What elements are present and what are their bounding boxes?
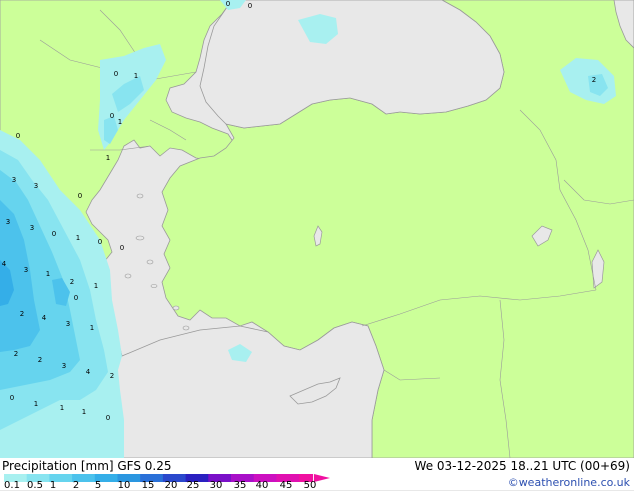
point-value: 0	[226, 0, 230, 8]
point-value: 1	[134, 72, 138, 80]
point-value: 1	[118, 118, 122, 126]
point-value: 0	[74, 294, 78, 302]
point-value: 3	[12, 176, 16, 184]
point-value: 2	[38, 356, 42, 364]
scale-tick-label: 30	[209, 480, 223, 491]
scale-tick-label: 15	[141, 480, 155, 491]
legend-footer: Precipitation [mm] GFS 0.25 We 03-12-202…	[0, 458, 634, 491]
scale-tick-label: 0.1	[4, 480, 20, 491]
point-value: 1	[46, 270, 50, 278]
scale-tick-label: 25	[186, 480, 200, 491]
point-value: 0	[98, 238, 102, 246]
point-value: 0	[114, 70, 118, 78]
precipitation-map: 0 00 1 20110330330 1 0043 12 102 43 12234 201 1 10	[0, 0, 634, 458]
credit-link[interactable]: ©weatheronline.co.uk	[508, 476, 630, 489]
point-value: 1	[106, 154, 110, 162]
scale-tick-label: 50	[303, 480, 317, 491]
point-value: 0	[78, 192, 82, 200]
scale-tick-label: 0.5	[27, 480, 43, 491]
scale-tick-label: 2	[72, 480, 80, 491]
point-value: 4	[2, 260, 7, 268]
point-value: 1	[94, 282, 98, 290]
point-value: 0	[16, 132, 20, 140]
scale-tick-label: 1	[49, 480, 57, 491]
point-value: 3	[24, 266, 28, 274]
point-value: 2	[110, 372, 114, 380]
valid-time: We 03-12-2025 18..21 UTC (00+69)	[414, 459, 630, 473]
point-value: 4	[42, 314, 47, 322]
scale-tick-label: 10	[117, 480, 131, 491]
scale-tick-label: 45	[279, 480, 293, 491]
point-value: 1	[34, 400, 38, 408]
point-value: 3	[62, 362, 66, 370]
point-value: 2	[14, 350, 18, 358]
point-value: 0	[106, 414, 110, 422]
scale-tick-label: 20	[164, 480, 178, 491]
point-value: 0	[10, 394, 14, 402]
point-value: 4	[86, 368, 91, 376]
point-value: 3	[30, 224, 34, 232]
point-value: 1	[76, 234, 80, 242]
point-value: 1	[90, 324, 94, 332]
point-value: 1	[82, 408, 86, 416]
point-value: 3	[66, 320, 70, 328]
point-value: 0	[120, 244, 124, 252]
point-value: 3	[6, 218, 10, 226]
point-value: 0	[52, 230, 56, 238]
map-title: Precipitation [mm] GFS 0.25	[2, 459, 172, 473]
point-value: 2	[20, 310, 24, 318]
scale-arrow	[314, 474, 330, 482]
scale-tick-label: 35	[233, 480, 247, 491]
point-value: 1	[60, 404, 64, 412]
point-value: 2	[70, 278, 74, 286]
point-value: 3	[34, 182, 38, 190]
scale-tick-label: 5	[94, 480, 102, 491]
scale-tick-label: 40	[255, 480, 269, 491]
point-value: 0	[248, 2, 252, 10]
point-value: 0	[110, 112, 114, 120]
point-value: 2	[592, 76, 596, 84]
